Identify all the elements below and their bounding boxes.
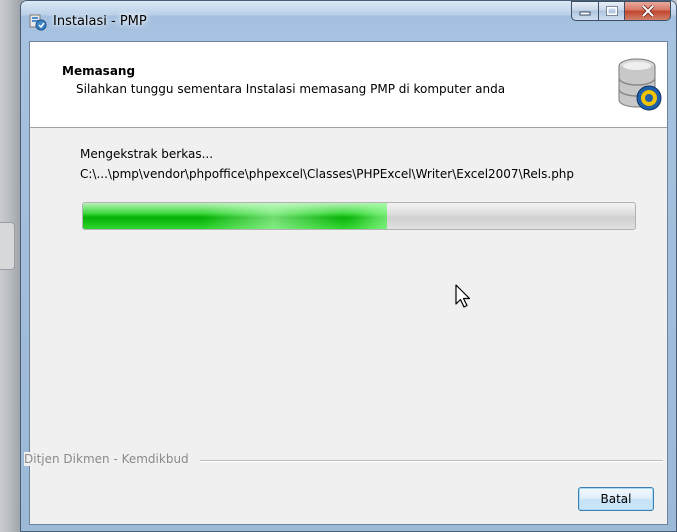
wizard-client-area: Memasang Silahkan tunggu sementara Insta… xyxy=(24,41,668,525)
close-icon xyxy=(641,5,654,17)
branding-row: Ditjen Dikmen - Kemdikbud xyxy=(24,452,667,468)
page-title: Memasang xyxy=(62,64,136,78)
cancel-button[interactable]: Batal xyxy=(578,487,654,511)
database-installer-icon xyxy=(618,58,662,111)
minimize-icon xyxy=(579,11,591,16)
branding-text: Ditjen Dikmen - Kemdikbud xyxy=(24,452,195,466)
caption-buttons xyxy=(571,1,671,21)
current-file-path: C:\...\pmp\vendor\phpoffice\phpexcel\Cla… xyxy=(80,167,575,181)
minimize-button[interactable] xyxy=(571,1,598,21)
background-window-edge xyxy=(0,222,15,270)
title-bar[interactable]: Instalasi - PMP xyxy=(21,1,676,41)
page-subtitle: Silahkan tunggu sementara Instalasi mema… xyxy=(76,82,506,96)
installer-window: Instalasi - PMP Memasang Silahkan tunggu… xyxy=(20,0,677,532)
status-label: Mengekstrak berkas... xyxy=(80,147,214,161)
install-progress-bar xyxy=(82,202,636,230)
wizard-header: Memasang Silahkan tunggu sementara Insta… xyxy=(30,42,667,128)
window-title: Instalasi - PMP xyxy=(53,14,147,29)
progress-shine xyxy=(203,203,343,229)
branding-divider xyxy=(200,460,663,462)
installer-app-icon xyxy=(29,14,47,31)
maximize-icon xyxy=(605,6,618,16)
close-button[interactable] xyxy=(624,1,671,21)
mouse-cursor-icon xyxy=(455,284,471,308)
maximize-button[interactable] xyxy=(598,1,624,21)
